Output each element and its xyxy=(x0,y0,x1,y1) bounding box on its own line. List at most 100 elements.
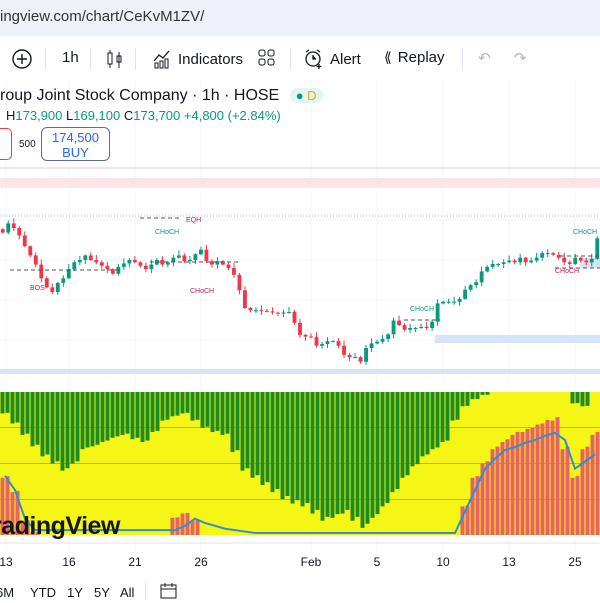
candle-body xyxy=(11,223,16,228)
candle-body xyxy=(424,326,429,328)
green-bar xyxy=(290,392,295,504)
undo-button[interactable]: ↶ xyxy=(478,49,491,67)
red-bar xyxy=(565,446,570,535)
candle-body xyxy=(551,253,556,255)
chart-toolbar: 1h Indicators Alert ⟪ Replay ↶ ↷ xyxy=(0,40,600,78)
green-bar xyxy=(250,392,255,478)
alert-label: Alert xyxy=(330,50,361,68)
candle-body xyxy=(28,246,33,256)
redo-button[interactable]: ↷ xyxy=(514,49,527,67)
replay-button[interactable]: ⟪ Replay xyxy=(384,49,445,66)
candle-body xyxy=(435,303,440,322)
green-bar xyxy=(90,392,95,447)
candle-body xyxy=(562,257,567,263)
sell-button[interactable] xyxy=(0,128,12,160)
green-bar xyxy=(480,392,485,395)
candle-body xyxy=(83,255,88,260)
candle-body xyxy=(17,228,22,236)
add-symbol-button[interactable] xyxy=(12,49,32,69)
red-bar xyxy=(550,420,555,535)
green-bar xyxy=(280,392,285,500)
candle-body xyxy=(518,257,523,263)
green-bar xyxy=(270,392,275,493)
candle-body xyxy=(380,338,385,342)
green-bar xyxy=(100,392,105,443)
ohlc-legend: H173,900 L169,100 C173,700 +4,800 (+2.84… xyxy=(6,108,281,123)
green-bar xyxy=(260,392,265,485)
candle-body xyxy=(441,301,446,304)
green-bar xyxy=(410,392,415,467)
candle-body xyxy=(127,260,132,264)
range-1y[interactable]: 1Y xyxy=(67,585,83,600)
green-bar xyxy=(470,392,475,400)
green-bar xyxy=(305,392,310,503)
candle-body xyxy=(226,264,231,268)
red-bar xyxy=(180,513,185,535)
green-bar xyxy=(20,392,25,435)
candle-body xyxy=(446,301,451,303)
candle-body xyxy=(336,341,341,346)
green-bar xyxy=(145,392,150,441)
green-bar xyxy=(315,392,320,510)
candle-body xyxy=(463,289,468,299)
green-bar xyxy=(180,392,185,414)
time-tick: 25 xyxy=(568,555,582,569)
indicators-button[interactable]: Indicators xyxy=(152,49,243,69)
candle-body xyxy=(501,262,506,264)
structure-label: CHoCH xyxy=(190,288,214,295)
red-bar xyxy=(545,420,550,535)
green-bar xyxy=(125,392,130,434)
candle-body xyxy=(325,341,330,344)
red-bar xyxy=(570,477,575,535)
buy-price: 174,500 xyxy=(52,130,99,145)
chart-type-button[interactable] xyxy=(106,49,124,69)
candle-body xyxy=(474,282,479,286)
range-ytd[interactable]: YTD xyxy=(30,585,56,600)
candle-body xyxy=(485,266,490,272)
red-bar xyxy=(520,432,525,535)
red-bar xyxy=(560,449,565,535)
candle-body xyxy=(232,268,236,275)
green-bar xyxy=(55,392,60,462)
interval-button[interactable]: 1h xyxy=(62,49,79,66)
candle-body xyxy=(149,264,154,270)
candle-body xyxy=(567,262,572,264)
address-bar[interactable]: ingview.com/chart/CeKvM1ZV/ xyxy=(0,0,600,36)
time-axis[interactable]: 13 16 21 26 Feb 5 10 13 25 xyxy=(0,555,600,571)
url-text: ingview.com/chart/CeKvM1ZV/ xyxy=(0,8,205,25)
candle-body xyxy=(507,260,512,263)
candle-body xyxy=(397,320,402,326)
green-bar xyxy=(570,392,575,404)
change-value: +4,800 (+2.84%) xyxy=(183,108,281,123)
green-bar xyxy=(405,392,410,476)
candle-body xyxy=(204,249,209,262)
buy-button[interactable]: 174,500 BUY xyxy=(41,127,110,161)
templates-button[interactable] xyxy=(258,49,276,67)
red-bar xyxy=(500,442,505,535)
range-5y[interactable]: 5Y xyxy=(94,585,110,600)
candle-body xyxy=(292,312,297,323)
candle-body xyxy=(237,274,242,291)
red-bar xyxy=(590,434,595,535)
green-bar xyxy=(475,392,480,399)
time-tick: Feb xyxy=(300,555,322,569)
range-6m[interactable]: 6M xyxy=(0,585,14,600)
green-bar xyxy=(330,392,335,518)
alert-button[interactable]: Alert xyxy=(304,49,361,69)
green-bar xyxy=(340,392,345,514)
green-bar xyxy=(335,392,340,515)
indicators-label: Indicators xyxy=(178,50,244,68)
candle-body xyxy=(187,260,192,262)
green-bar xyxy=(95,392,100,445)
candle-body xyxy=(529,260,534,263)
range-all[interactable]: All xyxy=(120,585,134,600)
green-bar xyxy=(295,392,300,501)
order-quantity[interactable]: 500 xyxy=(19,139,36,150)
candle-body xyxy=(72,262,77,270)
red-bar xyxy=(530,427,535,535)
candle-body xyxy=(143,265,148,270)
green-bar xyxy=(425,392,430,455)
green-bar xyxy=(400,392,405,478)
green-bar xyxy=(195,392,200,420)
candle-body xyxy=(298,322,302,335)
